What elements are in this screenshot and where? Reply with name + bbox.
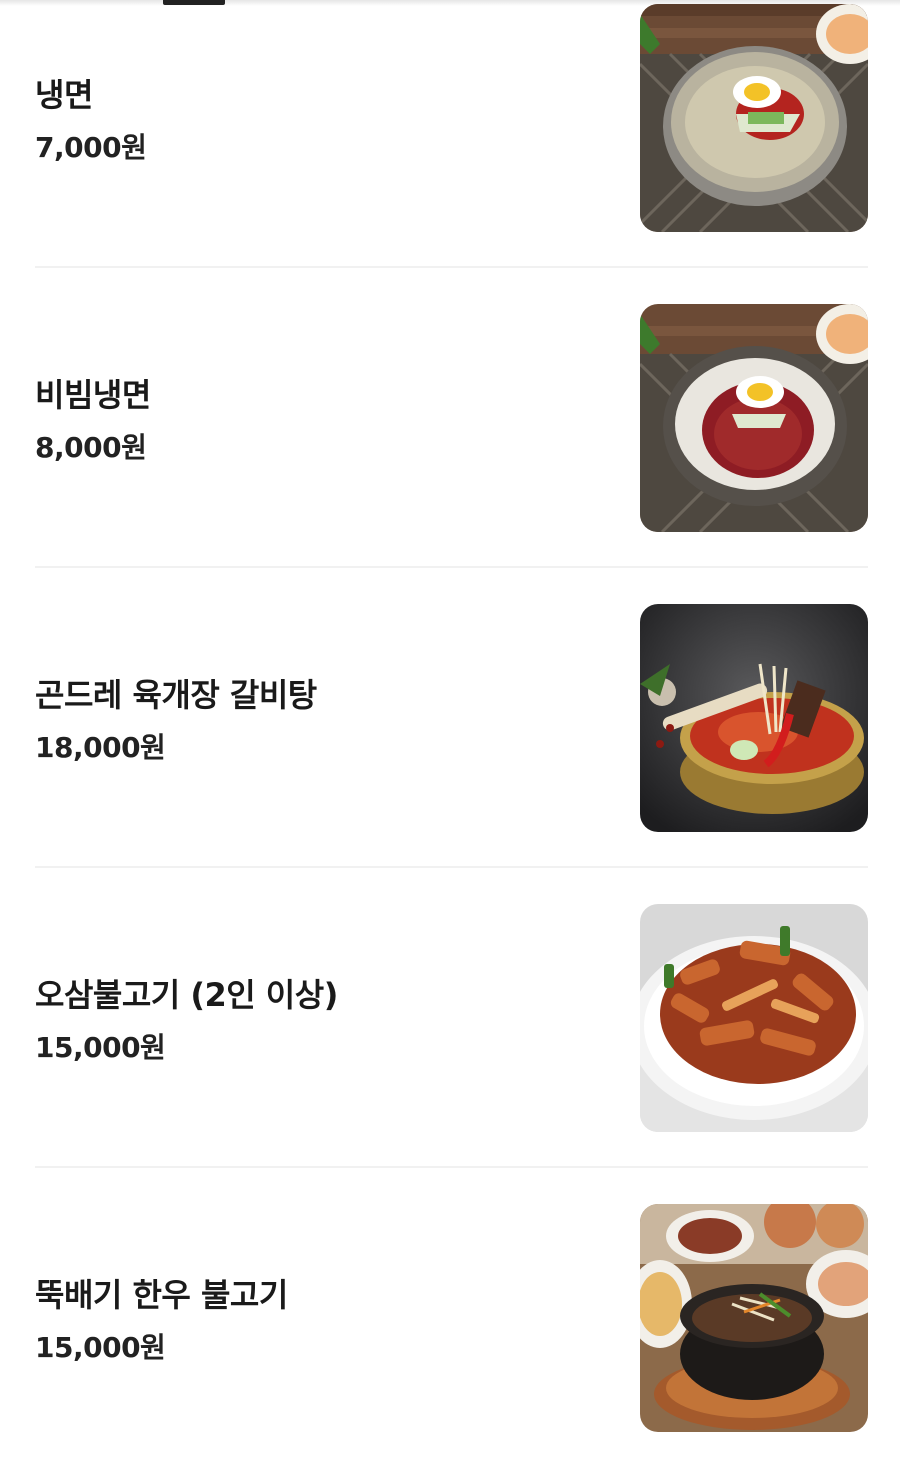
menu-item-name: 뚝배기 한우 불고기 [35,1276,288,1314]
menu-item-osam-bulgogi[interactable]: 오삼불고기 (2인 이상) 15,000원 [35,868,868,1168]
osam-bulgogi-photo [640,904,868,1132]
menu-item-price: 15,000원 [35,1331,166,1364]
galbitang-photo [640,604,868,832]
menu-item-galbitang[interactable]: 곤드레 육개장 갈비탕 18,000원 [35,568,868,868]
menu-item-price: 18,000원 [35,731,166,764]
menu-item-name: 비빔냉면 [35,376,151,414]
menu-item-price: 8,000원 [35,431,147,464]
menu-item-name: 오삼불고기 (2인 이상) [35,976,338,1014]
menu-item-ttukbaegi-bulgogi[interactable]: 뚝배기 한우 불고기 15,000원 [35,1168,868,1468]
bibim-naengmyeon-photo [640,304,868,532]
menu-item-bibim-naengmyeon[interactable]: 비빔냉면 8,000원 [35,268,868,568]
menu-item-price: 15,000원 [35,1031,166,1064]
menu-item-naengmyeon[interactable]: 냉면 7,000원 [35,0,868,268]
menu-item-name: 냉면 [35,76,93,114]
menu-item-price: 7,000원 [35,131,147,164]
menu-item-name: 곤드레 육개장 갈비탕 [35,676,317,714]
naengmyeon-photo [640,4,868,232]
ttukbaegi-bulgogi-photo [640,1204,868,1432]
